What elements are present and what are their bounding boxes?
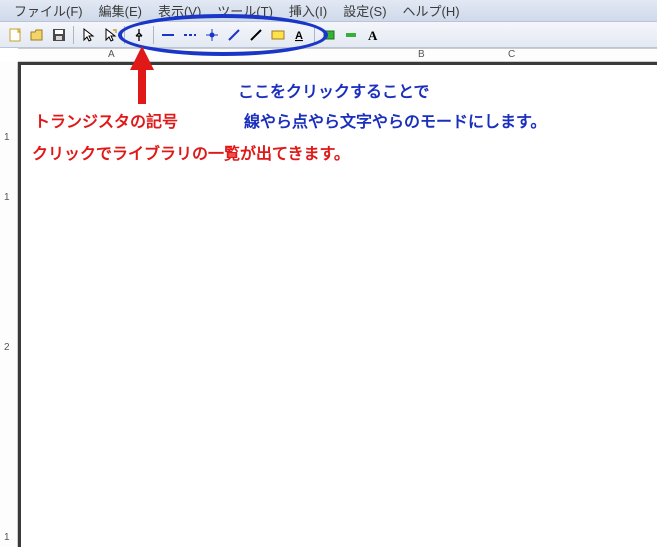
- svg-text:A: A: [368, 28, 378, 43]
- annotation-blue-line1: ここをクリックすることで: [238, 78, 430, 102]
- col-label-a: A: [108, 49, 115, 60]
- text-tool-button[interactable]: A: [363, 25, 383, 45]
- row-label: 1: [4, 132, 10, 143]
- menu-view[interactable]: 表示(V): [150, 0, 209, 22]
- solid-line-button[interactable]: [158, 25, 178, 45]
- dashed-line-button[interactable]: [180, 25, 200, 45]
- col-label-b: B: [418, 49, 425, 60]
- drawing-sheet[interactable]: [18, 62, 657, 547]
- green-rect-button[interactable]: [319, 25, 339, 45]
- label-a-icon: A: [295, 30, 303, 42]
- row-label: 1: [4, 192, 10, 203]
- move-tool-button[interactable]: [100, 25, 120, 45]
- row-label: 1: [4, 532, 10, 543]
- menu-bar: ファイル(F) 編集(E) 表示(V) ツール(T) 挿入(I) 設定(S) ヘ…: [0, 0, 657, 22]
- toolbar-separator: [314, 26, 315, 44]
- annotation-blue-line2: 線やら点やら文字やらのモードにします。: [244, 108, 546, 132]
- save-file-button[interactable]: [49, 25, 69, 45]
- menu-edit[interactable]: 編集(E): [91, 0, 150, 22]
- toolbar-separator: [73, 26, 74, 44]
- toolbar-separator: [153, 26, 154, 44]
- menu-settings[interactable]: 設定(S): [335, 0, 394, 22]
- cursor-tool-button[interactable]: [78, 25, 98, 45]
- horizontal-ruler: A B C: [18, 48, 657, 62]
- vertical-ruler: 1 1 2 1: [0, 62, 18, 547]
- green-minus-button[interactable]: [341, 25, 361, 45]
- menu-tools[interactable]: ツール(T): [209, 0, 281, 22]
- toolbar: A A: [0, 22, 657, 48]
- row-label: 2: [4, 342, 10, 353]
- menu-file[interactable]: ファイル(F): [6, 0, 91, 22]
- menu-insert[interactable]: 挿入(I): [281, 0, 335, 22]
- new-file-button[interactable]: [5, 25, 25, 45]
- component-button[interactable]: [129, 25, 149, 45]
- annotation-red-line1: トランジスタの記号: [34, 108, 178, 132]
- point-button[interactable]: [202, 25, 222, 45]
- label-a-button[interactable]: A: [290, 25, 310, 45]
- open-file-button[interactable]: [27, 25, 47, 45]
- diagonal-line-button[interactable]: [224, 25, 244, 45]
- toolbar-separator: [124, 26, 125, 44]
- annotation-red-line2: クリックでライブラリの一覧が出てきます。: [32, 140, 350, 164]
- yellow-rect-button[interactable]: [268, 25, 288, 45]
- menu-help[interactable]: ヘルプ(H): [395, 0, 468, 22]
- diagonal-line2-button[interactable]: [246, 25, 266, 45]
- col-label-c: C: [508, 49, 515, 60]
